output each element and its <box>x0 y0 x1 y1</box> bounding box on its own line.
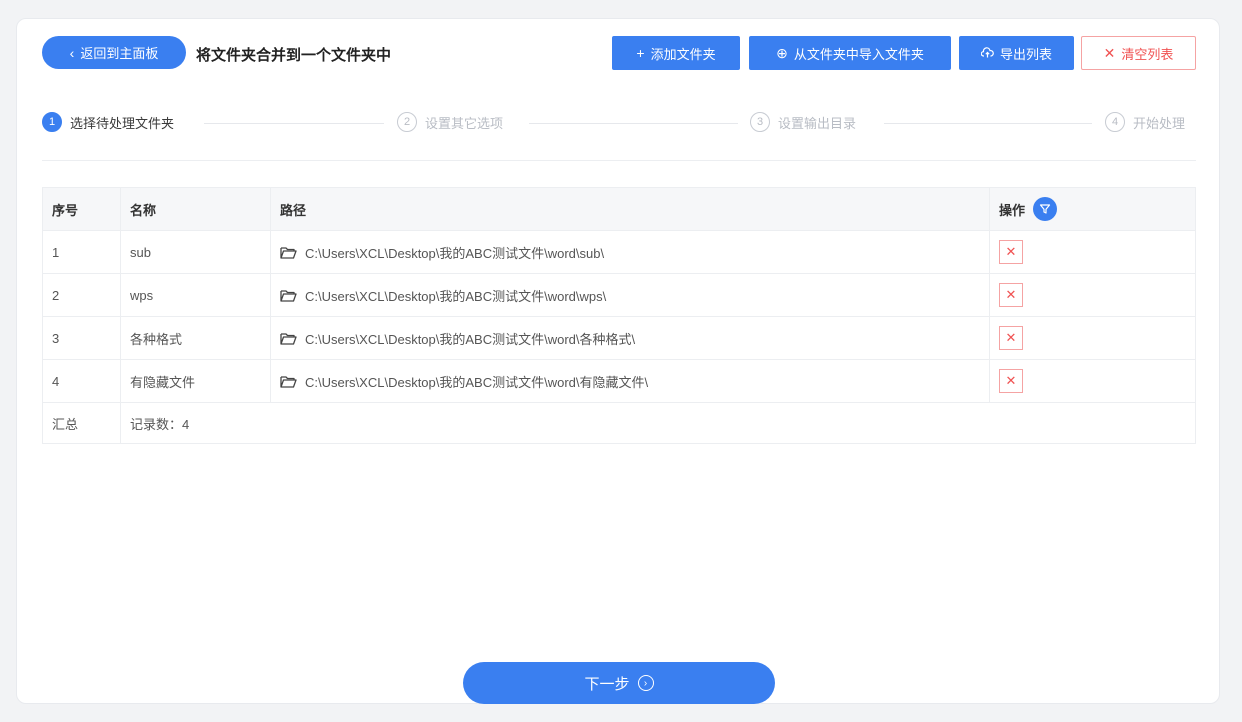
step-1: 1 选择待处理文件夹 <box>42 112 174 132</box>
column-header-index: 序号 <box>43 188 121 230</box>
step-connector <box>529 123 738 124</box>
close-icon: ✕ <box>1005 244 1017 259</box>
row-name: sub <box>121 231 271 273</box>
next-step-label: 下一步 <box>584 675 630 693</box>
filter-icon[interactable] <box>1033 197 1058 221</box>
folder-icon <box>280 246 297 259</box>
row-index: 2 <box>43 274 121 316</box>
table-row: 2 wps C:\Users\XCL\Desktop\我的ABC测试文件\wor… <box>43 274 1195 317</box>
column-header-action: 操作 <box>990 188 1195 230</box>
step-2: 2 设置其它选项 <box>397 112 503 132</box>
table-row: 3 各种格式 C:\Users\XCL\Desktop\我的ABC测试文件\wo… <box>43 317 1195 360</box>
close-icon: ✕ <box>1005 287 1017 302</box>
row-index: 1 <box>43 231 121 273</box>
row-index: 3 <box>43 317 121 359</box>
row-path: C:\Users\XCL\Desktop\我的ABC测试文件\word\sub\ <box>305 245 605 261</box>
row-action-cell: ✕ <box>990 360 1195 402</box>
folder-icon <box>280 289 297 302</box>
add-folder-label: 添加文件夹 <box>650 46 716 62</box>
folder-icon <box>280 332 297 345</box>
import-from-folder-label: 从文件夹中导入文件夹 <box>793 46 924 62</box>
row-path: C:\Users\XCL\Desktop\我的ABC测试文件\word\有隐藏文… <box>305 374 649 390</box>
step-number: 1 <box>42 112 62 132</box>
row-action-cell: ✕ <box>990 317 1195 359</box>
step-connector <box>884 123 1092 124</box>
step-label: 设置其它选项 <box>425 115 504 131</box>
row-path-cell: C:\Users\XCL\Desktop\我的ABC测试文件\word\sub\ <box>271 231 990 273</box>
plus-circle-icon: ⊕ <box>776 45 788 61</box>
summary-value: 记录数：4 <box>130 416 190 432</box>
back-button-label: 返回到主面板 <box>80 46 159 61</box>
column-header-action-label: 操作 <box>999 202 1026 218</box>
summary-label: 汇总 <box>43 403 121 443</box>
step-indicator: 1 选择待处理文件夹 2 设置其它选项 3 设置输出目录 4 开始处理 <box>42 112 1196 136</box>
step-3: 3 设置输出目录 <box>750 112 856 132</box>
delete-row-button[interactable]: ✕ <box>999 240 1023 264</box>
step-number: 3 <box>750 112 770 132</box>
step-4: 4 开始处理 <box>1105 112 1185 132</box>
column-header-path: 路径 <box>271 188 990 230</box>
step-number: 4 <box>1105 112 1125 132</box>
column-header-name: 名称 <box>121 188 271 230</box>
import-from-folder-button[interactable]: ⊕ 从文件夹中导入文件夹 <box>749 36 951 70</box>
clear-list-button[interactable]: ✕ 清空列表 <box>1081 36 1196 70</box>
close-icon: ✕ <box>1103 45 1116 61</box>
divider <box>42 160 1196 161</box>
close-icon: ✕ <box>1005 373 1017 388</box>
row-name: 各种格式 <box>121 317 271 359</box>
add-folder-button[interactable]: + 添加文件夹 <box>612 36 740 70</box>
close-icon: ✕ <box>1005 330 1017 345</box>
page-title: 将文件夹合并到一个文件夹中 <box>196 47 392 64</box>
table-row: 4 有隐藏文件 C:\Users\XCL\Desktop\我的ABC测试文件\w… <box>43 360 1195 403</box>
row-path: C:\Users\XCL\Desktop\我的ABC测试文件\word\各种格式… <box>305 331 636 347</box>
delete-row-button[interactable]: ✕ <box>999 283 1023 307</box>
folder-icon <box>280 375 297 388</box>
row-path-cell: C:\Users\XCL\Desktop\我的ABC测试文件\word\各种格式… <box>271 317 990 359</box>
chevron-right-circle-icon: › <box>637 675 654 691</box>
row-path-cell: C:\Users\XCL\Desktop\我的ABC测试文件\word\有隐藏文… <box>271 360 990 402</box>
step-label: 选择待处理文件夹 <box>70 115 175 131</box>
row-name: wps <box>121 274 271 316</box>
step-connector <box>204 123 384 124</box>
step-label: 开始处理 <box>1133 115 1186 131</box>
back-to-dashboard-button[interactable]: ‹ 返回到主面板 <box>42 36 186 69</box>
row-path-cell: C:\Users\XCL\Desktop\我的ABC测试文件\word\wps\ <box>271 274 990 316</box>
folder-table: 序号 名称 路径 操作 1 sub C:\Users\XCL\Desktop\我… <box>42 187 1196 444</box>
next-step-button[interactable]: 下一步 › <box>463 662 775 704</box>
table-summary-row: 汇总 记录数：4 <box>43 403 1195 443</box>
step-number: 2 <box>397 112 417 132</box>
delete-row-button[interactable]: ✕ <box>999 369 1023 393</box>
row-index: 4 <box>43 360 121 402</box>
row-action-cell: ✕ <box>990 274 1195 316</box>
row-name: 有隐藏文件 <box>121 360 271 402</box>
delete-row-button[interactable]: ✕ <box>999 326 1023 350</box>
cloud-upload-icon <box>980 46 994 60</box>
chevron-left-icon: ‹ <box>69 44 75 61</box>
plus-icon: + <box>636 45 645 61</box>
table-header-row: 序号 名称 路径 操作 <box>43 188 1195 231</box>
row-path: C:\Users\XCL\Desktop\我的ABC测试文件\word\wps\ <box>305 288 607 304</box>
step-label: 设置输出目录 <box>778 115 857 131</box>
export-list-label: 导出列表 <box>999 46 1052 62</box>
export-list-button[interactable]: 导出列表 <box>959 36 1074 70</box>
clear-list-label: 清空列表 <box>1121 46 1174 62</box>
table-row: 1 sub C:\Users\XCL\Desktop\我的ABC测试文件\wor… <box>43 231 1195 274</box>
row-action-cell: ✕ <box>990 231 1195 273</box>
